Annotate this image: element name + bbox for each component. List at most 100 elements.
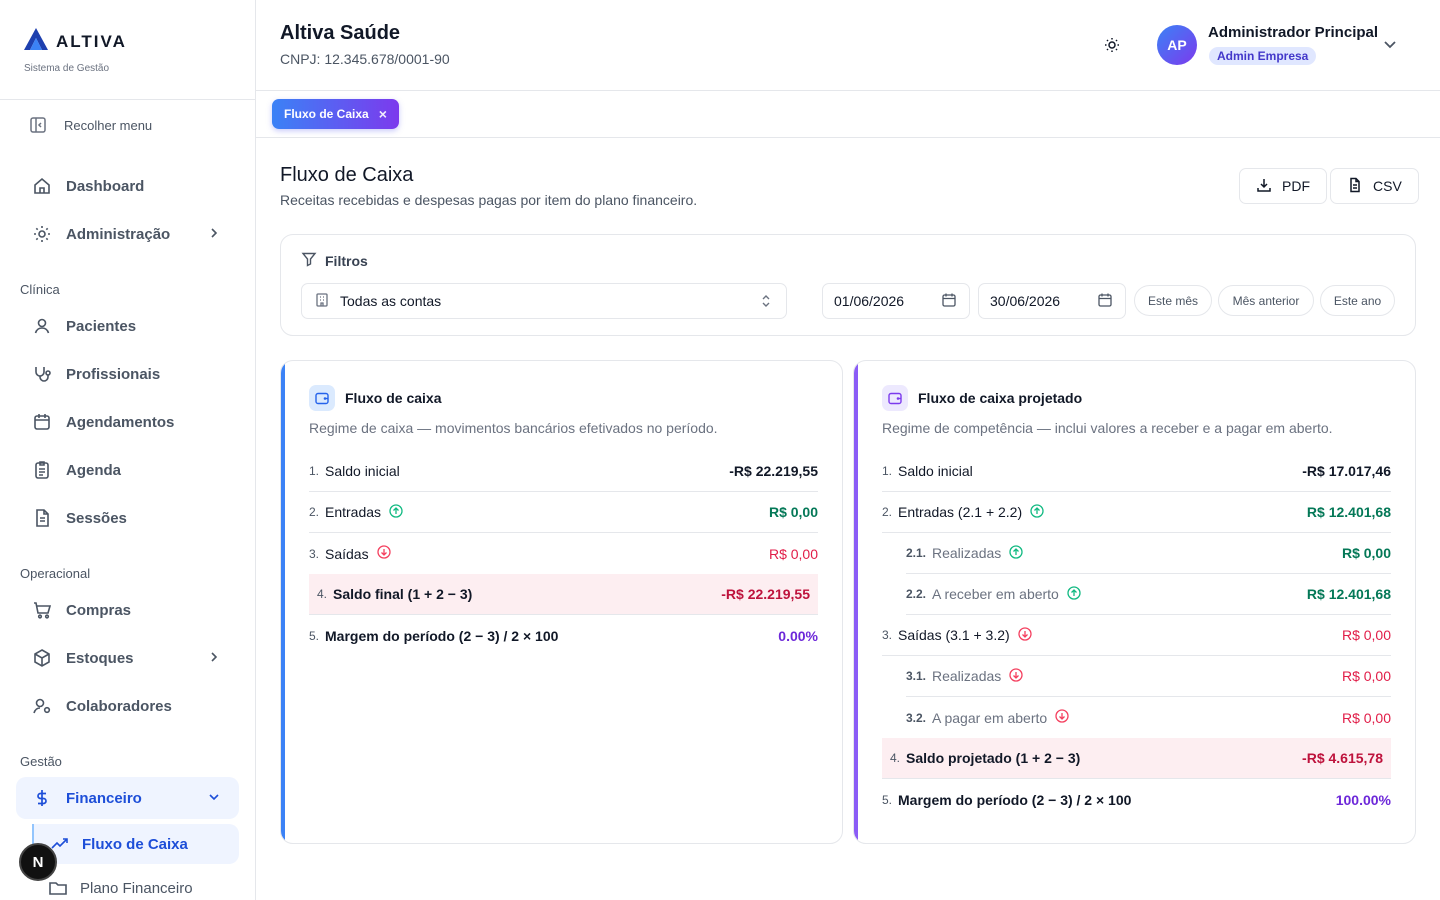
row-label: Saldo inicial <box>325 463 400 479</box>
calendar-icon[interactable] <box>941 292 957 311</box>
sidebar-item-agenda[interactable]: Agenda <box>16 449 239 491</box>
row-number: 3.2. <box>906 710 927 725</box>
row-value: R$ 12.401,68 <box>1306 586 1391 602</box>
table-row: 2. Entradas (2.1 + 2.2) R$ 12.401,68 <box>882 492 1391 533</box>
cash-flow-card: Fluxo de caixa Regime de caixa — movimen… <box>280 360 843 844</box>
cash-flow-card-description: Regime de caixa — movimentos bancários e… <box>309 420 718 436</box>
sidebar-item-agendamentos[interactable]: Agendamentos <box>16 401 239 443</box>
sidebar-item-label: Administração <box>66 225 171 243</box>
sidebar-item-sessoes[interactable]: Sessões <box>16 497 239 539</box>
company-cnpj: CNPJ: 12.345.678/0001-90 <box>280 51 450 67</box>
tab-bar: Fluxo de Caixa × <box>256 91 1440 138</box>
row-value: -R$ 4.615,78 <box>1302 750 1383 766</box>
filters-title: Filtros <box>301 251 368 270</box>
row-label: Entradas <box>325 503 403 521</box>
export-csv-button[interactable]: CSV <box>1330 168 1419 204</box>
row-value: R$ 0,00 <box>1341 545 1391 561</box>
row-number: 1. <box>309 464 320 478</box>
tab-fluxo-de-caixa[interactable]: Fluxo de Caixa × <box>272 99 399 129</box>
download-icon <box>1256 177 1272 196</box>
arrow-down-circle-icon <box>1009 667 1023 685</box>
calendar-icon[interactable] <box>1097 292 1113 311</box>
package-icon <box>32 648 52 668</box>
dollar-icon <box>32 788 52 808</box>
sidebar-item-compras[interactable]: Compras <box>16 589 239 631</box>
cash-flow-card-title: Fluxo de caixa <box>345 390 442 406</box>
row-label-text: Entradas <box>325 504 382 520</box>
sidebar-collapse-icon <box>28 115 48 135</box>
arrow-down-circle-icon <box>376 545 391 562</box>
row-label-text: Saídas <box>325 545 369 562</box>
export-pdf-button[interactable]: PDF <box>1239 168 1327 204</box>
page-title: Fluxo de Caixa <box>280 164 414 186</box>
chevron-down-icon <box>207 790 221 808</box>
building-icon <box>314 292 330 311</box>
shopping-cart-icon <box>32 600 52 620</box>
sidebar-item-administracao[interactable]: Administração <box>16 213 239 255</box>
sidebar-item-pacientes[interactable]: Pacientes <box>16 305 239 347</box>
brand-subtitle: Sistema de Gestão <box>24 63 110 74</box>
row-label-text: Saldo inicial <box>325 463 400 479</box>
row-value: R$ 0,00 <box>768 504 818 520</box>
quick-filter-this-year[interactable]: Este ano <box>1320 285 1395 316</box>
user-menu-chevron-down-icon[interactable] <box>1380 34 1400 59</box>
sidebar-item-colaboradores[interactable]: Colaboradores <box>16 685 239 727</box>
section-title-clinica: Clínica <box>20 282 60 297</box>
filter-icon <box>301 251 317 270</box>
cash-flow-card-header: Fluxo de caixa <box>309 385 441 411</box>
row-label-text: Saldo projetado (1 + 2 − 3) <box>906 750 1081 766</box>
table-row: 3.2. A pagar em aberto R$ 0,00 <box>906 697 1391 738</box>
arrow-up-circle-icon <box>1067 585 1081 603</box>
sidebar-item-estoques[interactable]: Estoques <box>16 637 239 679</box>
filters-panel: Filtros Todas as contas 01/06/2026 30/06… <box>280 234 1416 336</box>
sidebar-item-label: Financeiro <box>66 789 142 807</box>
sidebar-subitem-plano-financeiro[interactable]: Plano Financeiro <box>32 868 239 900</box>
sidebar-subitem-label: Fluxo de Caixa <box>82 835 188 853</box>
chevron-right-icon <box>207 226 221 244</box>
sidebar-item-profissionais[interactable]: Profissionais <box>16 353 239 395</box>
sidebar-item-label: Dashboard <box>66 177 145 195</box>
sidebar-item-financeiro[interactable]: Financeiro <box>16 777 239 819</box>
theme-toggle-sun-icon[interactable] <box>1102 35 1122 60</box>
row-number: 2. <box>882 505 893 519</box>
section-title-operacional: Operacional <box>20 566 91 581</box>
collapse-menu-label: Recolher menu <box>64 117 153 133</box>
row-label-text: Saldo inicial <box>898 463 973 479</box>
row-label-text: Realizadas <box>932 668 1002 684</box>
arrow-up-circle-icon <box>1009 544 1023 562</box>
arrow-up-circle-icon <box>389 503 403 521</box>
row-number: 5. <box>882 792 893 807</box>
projected-cash-flow-card: Fluxo de caixa projetado Regime de compe… <box>853 360 1416 844</box>
row-label-text: A pagar em aberto <box>932 709 1048 726</box>
date-to-input[interactable]: 30/06/2026 <box>978 283 1126 319</box>
pdf-label: PDF <box>1282 178 1310 194</box>
document-icon <box>32 508 52 528</box>
table-row: 2. Entradas R$ 0,00 <box>309 492 818 533</box>
table-row: 2.2. A receber em aberto R$ 12.401,68 <box>906 574 1391 615</box>
account-select[interactable]: Todas as contas <box>301 283 787 319</box>
row-number: 4. <box>890 751 901 765</box>
table-row: 3. Saídas R$ 0,00 <box>309 533 818 574</box>
date-from-input[interactable]: 01/06/2026 <box>822 283 970 319</box>
row-label-text: Saldo final (1 + 2 − 3) <box>333 586 473 602</box>
sidebar-item-label: Colaboradores <box>66 697 172 715</box>
row-label: Saldo projetado (1 + 2 − 3) <box>906 750 1080 766</box>
row-label-text: Entradas (2.1 + 2.2) <box>898 504 1023 520</box>
sidebar-subitem-fluxo-de-caixa[interactable]: Fluxo de Caixa <box>32 824 239 864</box>
collapse-menu-button[interactable]: Recolher menu <box>0 102 255 148</box>
dev-tools-badge[interactable]: N <box>19 843 57 881</box>
row-value: -R$ 22.219,55 <box>721 586 810 602</box>
close-icon[interactable]: × <box>379 106 387 122</box>
table-row: 3. Saídas (3.1 + 3.2) R$ 0,00 <box>882 615 1391 656</box>
user-avatar[interactable]: AP <box>1157 25 1197 65</box>
sidebar-item-dashboard[interactable]: Dashboard <box>16 165 239 207</box>
gear-icon <box>32 224 52 244</box>
sidebar-item-label: Pacientes <box>66 317 137 335</box>
row-label-text: Realizadas <box>932 545 1002 561</box>
file-icon <box>1347 177 1363 196</box>
row-label-text: Margem do período (2 − 3) / 2 × 100 <box>325 627 559 644</box>
row-label: Saídas (3.1 + 3.2) <box>898 626 1032 644</box>
sidebar-item-label: Profissionais <box>66 365 161 383</box>
quick-filter-this-month[interactable]: Este mês <box>1134 285 1212 316</box>
quick-filter-last-month[interactable]: Mês anterior <box>1218 285 1314 316</box>
